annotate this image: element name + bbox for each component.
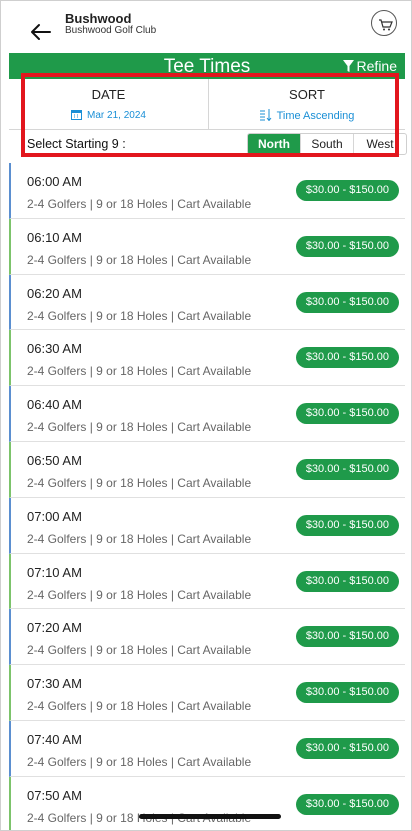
price-button[interactable]: $30.00 - $150.00 [295, 403, 399, 425]
club-subtitle: Bushwood Golf Club [65, 25, 157, 36]
date-value: Mar 21, 2024 [9, 109, 208, 121]
starting-nine-selector: North South West [247, 133, 407, 155]
tee-time-row[interactable]: 06:00 AM 2-4 Golfers | 9 or 18 Holes | C… [9, 163, 405, 219]
filters-panel: DATE Mar 21, 2024 SORT Time Ascending Se… [9, 79, 407, 156]
nine-option-west[interactable]: West [353, 134, 406, 154]
tee-time: 07:10 AM [27, 564, 82, 580]
price-button[interactable]: $30.00 - $150.00 [295, 570, 399, 592]
price-button[interactable]: $30.00 - $150.00 [295, 291, 399, 313]
tee-time: 06:30 AM [27, 341, 82, 357]
tee-time: 06:50 AM [27, 452, 82, 468]
date-value-text: Mar 21, 2024 [87, 110, 146, 121]
nine-option-south[interactable]: South [300, 134, 353, 154]
tee-time-details: 2-4 Golfers | 9 or 18 Holes | Cart Avail… [27, 308, 252, 323]
tee-time-row[interactable]: 07:00 AM 2-4 Golfers | 9 or 18 Holes | C… [9, 497, 405, 554]
price-button[interactable]: $30.00 - $150.00 [295, 458, 399, 480]
tee-time-details: 2-4 Golfers | 9 or 18 Holes | Cart Avail… [27, 420, 252, 435]
tee-time: 06:40 AM [27, 397, 82, 413]
starting-nine-label: Select Starting 9 : [27, 137, 126, 151]
sort-filter[interactable]: SORT Time Ascending [209, 79, 405, 129]
price-button[interactable]: $30.00 - $150.00 [295, 235, 399, 257]
back-arrow-icon[interactable] [29, 20, 53, 44]
tee-time: 06:10 AM [27, 229, 82, 245]
refine-label: Refine [356, 58, 397, 74]
tee-time: 06:20 AM [27, 285, 82, 301]
price-button[interactable]: $30.00 - $150.00 [295, 180, 399, 201]
club-name: Bushwood [65, 11, 132, 26]
tee-time-row[interactable]: 07:50 AM 2-4 Golfers | 9 or 18 Holes | C… [9, 776, 405, 830]
tee-time: 06:00 AM [27, 174, 82, 189]
date-filter[interactable]: DATE Mar 21, 2024 [9, 79, 209, 129]
tee-time-details: 2-4 Golfers | 9 or 18 Holes | Cart Avail… [27, 754, 252, 769]
tee-time-details: 2-4 Golfers | 9 or 18 Holes | Cart Avail… [27, 699, 252, 714]
tee-time-row[interactable]: 07:20 AM 2-4 Golfers | 9 or 18 Holes | C… [9, 609, 405, 666]
tee-time: 07:40 AM [27, 731, 82, 747]
filter-icon [342, 60, 354, 72]
tee-time-row[interactable]: 06:40 AM 2-4 Golfers | 9 or 18 Holes | C… [9, 386, 405, 442]
tee-time: 07:00 AM [27, 508, 82, 524]
home-indicator[interactable] [139, 814, 281, 819]
tee-time: 07:50 AM [27, 787, 82, 803]
sort-label: SORT [289, 87, 325, 102]
tee-time-details: 2-4 Golfers | 9 or 18 Holes | Cart Avail… [27, 197, 252, 211]
tee-time-details: 2-4 Golfers | 9 or 18 Holes | Cart Avail… [27, 587, 252, 602]
sort-value: Time Ascending [209, 109, 405, 122]
tee-time-row[interactable]: 07:10 AM 2-4 Golfers | 9 or 18 Holes | C… [9, 553, 405, 610]
nine-option-north[interactable]: North [248, 134, 300, 154]
price-button[interactable]: $30.00 - $150.00 [295, 347, 399, 369]
tee-time-details: 2-4 Golfers | 9 or 18 Holes | Cart Avail… [27, 364, 252, 379]
tee-time: 07:30 AM [27, 676, 82, 692]
cart-icon[interactable] [371, 10, 397, 36]
tee-time-details: 2-4 Golfers | 9 or 18 Holes | Cart Avail… [27, 475, 252, 490]
title-bar: Tee Times Refine [9, 53, 405, 79]
tee-time-details: 2-4 Golfers | 9 or 18 Holes | Cart Avail… [27, 252, 252, 267]
tee-time-list: 06:00 AM 2-4 Golfers | 9 or 18 Holes | C… [9, 163, 405, 830]
tee-time: 07:20 AM [27, 620, 82, 636]
sort-value-text: Time Ascending [276, 110, 355, 122]
tee-time-details: 2-4 Golfers | 9 or 18 Holes | Cart Avail… [27, 643, 252, 658]
tee-time-row[interactable]: 07:30 AM 2-4 Golfers | 9 or 18 Holes | C… [9, 665, 405, 721]
tee-time-row[interactable]: 06:30 AM 2-4 Golfers | 9 or 18 Holes | C… [9, 330, 405, 387]
tee-time-details: 2-4 Golfers | 9 or 18 Holes | Cart Avail… [27, 531, 252, 546]
calendar-icon [71, 110, 83, 120]
price-button[interactable]: $30.00 - $150.00 [295, 737, 399, 759]
price-button[interactable]: $30.00 - $150.00 [295, 682, 399, 704]
tee-time-row[interactable]: 06:10 AM 2-4 Golfers | 9 or 18 Holes | C… [9, 218, 405, 275]
price-button[interactable]: $30.00 - $150.00 [295, 793, 399, 815]
refine-button[interactable]: Refine [342, 58, 397, 74]
tee-time-row[interactable]: 06:20 AM 2-4 Golfers | 9 or 18 Holes | C… [9, 274, 405, 331]
date-label: DATE [91, 87, 126, 102]
divider [9, 129, 405, 130]
top-nav: Bushwood Bushwood Golf Club [9, 1, 405, 53]
app-screen: Bushwood Bushwood Golf Club Tee Times Re… [0, 0, 412, 831]
tee-time-row[interactable]: 07:40 AM 2-4 Golfers | 9 or 18 Holes | C… [9, 720, 405, 777]
price-button[interactable]: $30.00 - $150.00 [295, 626, 399, 648]
price-button[interactable]: $30.00 - $150.00 [295, 514, 399, 536]
tee-time-row[interactable]: 06:50 AM 2-4 Golfers | 9 or 18 Holes | C… [9, 441, 405, 498]
sort-icon [259, 109, 271, 122]
